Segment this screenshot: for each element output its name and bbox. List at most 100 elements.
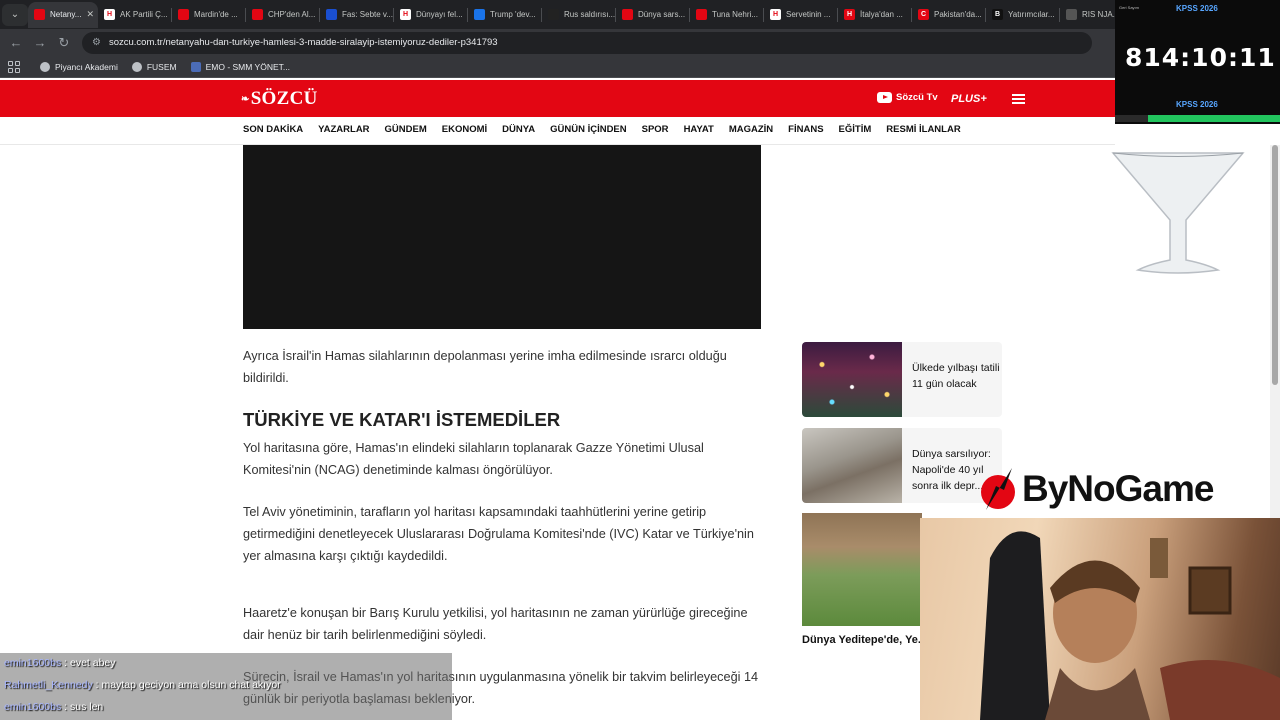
- bookmark-label: EMO - SMM YÖNET...: [205, 61, 290, 72]
- browser-tab[interactable]: Dünya sars...: [616, 2, 689, 28]
- back-arrow-icon[interactable]: ←: [4, 35, 28, 50]
- tab-favicon-icon: [548, 9, 559, 20]
- tab-label: Rus saldırısı...: [564, 10, 615, 19]
- chat-username: Rahmetli_Kennedy: [4, 679, 93, 691]
- browser-tab[interactable]: B Yatırımcılar...: [986, 2, 1059, 28]
- bynogame-text: ByNoGame: [1022, 468, 1214, 509]
- browser-tab[interactable]: H İtalya'dan ...: [838, 2, 911, 28]
- tab-label: Mardin'de ...: [194, 10, 238, 19]
- tab-favicon-icon: H: [770, 9, 781, 20]
- site-header: [0, 80, 1115, 117]
- chat-text: : maytap geciyon ama olsun chat akıyor: [95, 679, 281, 691]
- site-nav-item[interactable]: GÜNDEM: [385, 124, 427, 135]
- reload-icon[interactable]: ↻: [52, 35, 76, 51]
- chat-message: Rahmetli_Kennedy : maytap geciyon ama ol…: [4, 679, 281, 691]
- bookmark-item[interactable]: Piyancı Akademi: [40, 61, 118, 72]
- logo-mark-icon: ❧: [241, 94, 250, 106]
- tab-favicon-icon: H: [400, 9, 411, 20]
- site-nav-item[interactable]: HAYAT: [684, 124, 714, 135]
- bookmark-label: Piyancı Akademi: [55, 61, 118, 72]
- card-thumbnail: [802, 342, 902, 417]
- countdown-progress-fill: [1148, 115, 1280, 122]
- browser-tab[interactable]: Tuna Nehri...: [690, 2, 763, 28]
- forward-arrow-icon[interactable]: →: [28, 35, 52, 50]
- bynogame-mark-icon: [981, 468, 1015, 510]
- site-nav-item[interactable]: SON DAKİKA: [243, 124, 303, 135]
- card-title: Ülkede yılbaşı tatili 11 gün olacak: [912, 362, 1000, 390]
- logo-text: SÖZCÜ: [250, 88, 318, 109]
- globe-icon: [40, 61, 50, 72]
- site-nav-item[interactable]: RESMİ İLANLAR: [886, 124, 960, 135]
- countdown-value: 814:10:11: [1125, 43, 1276, 72]
- webcam-scene: [980, 531, 1280, 720]
- card-thumbnail: [802, 428, 902, 503]
- webcam-feed: [920, 518, 1280, 720]
- martini-glass-image: [1111, 152, 1245, 274]
- browser-tab[interactable]: Rus saldırısı...: [542, 2, 615, 28]
- browser-tab[interactable]: H AK Partili Ç...: [98, 2, 171, 28]
- site-nav-item[interactable]: EKONOMİ: [442, 124, 487, 135]
- globe-icon: [131, 61, 142, 72]
- site-nav-item[interactable]: EĞİTİM: [839, 124, 872, 135]
- chat-message: emin1600bs : evet abey: [4, 657, 116, 669]
- tab-favicon-icon: C: [918, 9, 929, 20]
- site-navigation: SON DAKİKA YAZARLAR GÜNDEM EKONOMİ DÜNYA GÜNÜ…: [243, 124, 961, 135]
- sozcu-tv-label: Sözcü Tv: [896, 92, 938, 103]
- browser-tab[interactable]: Mardin'de ...: [172, 2, 245, 28]
- screen: ⌄ Netany... ✕ H AK Partili Ç... Mardin'de ..…: [0, 0, 1280, 720]
- site-info-icon[interactable]: ⚙: [92, 37, 101, 48]
- tab-search-chevron-icon[interactable]: ⌄: [2, 3, 28, 26]
- video-player[interactable]: [243, 145, 761, 329]
- address-bar[interactable]: ⚙ sozcu.com.tr/netanyahu-dan-turkiye-ham…: [82, 31, 1092, 54]
- site-nav-item[interactable]: YAZARLAR: [318, 124, 369, 135]
- chat-message: emin1600bs : sus len: [4, 701, 103, 713]
- big-card-thumbnail[interactable]: [802, 513, 922, 626]
- countdown-title: KPSS 2026: [1176, 4, 1218, 13]
- hamburger-menu-icon[interactable]: [1012, 94, 1025, 104]
- youtube-icon: [877, 92, 892, 103]
- plus-link[interactable]: PLUS+: [951, 93, 987, 105]
- site-nav-item[interactable]: GÜNÜN İÇİNDEN: [550, 124, 627, 135]
- apps-grid-icon[interactable]: [8, 60, 20, 73]
- site-nav-item[interactable]: MAGAZİN: [729, 124, 773, 135]
- tab-favicon-icon: [326, 9, 337, 20]
- article-paragraph: Haaretz'e konuşan bir Barış Kurulu yetki…: [243, 606, 748, 642]
- article-paragraph: Yol haritasına göre, Hamas'ın elindeki s…: [243, 441, 704, 477]
- browser-tab-bar: ⌄ Netany... ✕ H AK Partili Ç... Mardin'de ..…: [0, 0, 1280, 29]
- big-card-title[interactable]: Dünya Yeditepe'de, Ye... Dünyada: [802, 632, 922, 649]
- browser-tab[interactable]: Netany... ✕: [28, 1, 98, 28]
- chat-text: : sus len: [64, 701, 104, 713]
- browser-tab[interactable]: Trump 'dev...: [468, 2, 541, 28]
- site-nav-item[interactable]: SPOR: [642, 124, 669, 135]
- url-text: sozcu.com.tr/netanyahu-dan-turkiye-hamle…: [108, 37, 498, 48]
- tab-favicon-icon: H: [104, 9, 115, 20]
- news-card[interactable]: Dünya sarsılıyor: Napoli'de 40 yıl sonra…: [802, 428, 1002, 503]
- browser-tab[interactable]: C Pakistan'da...: [912, 2, 985, 28]
- countdown-subtitle: KPSS 2026: [1176, 100, 1218, 109]
- site-nav-item[interactable]: DÜNYA: [502, 124, 535, 135]
- browser-tab[interactable]: H Dünyayı fel...: [394, 2, 467, 28]
- tab-label: Tuna Nehri...: [712, 10, 758, 19]
- sozcu-tv-link[interactable]: Sözcü Tv: [877, 92, 938, 103]
- browser-tab[interactable]: H Servetinin ...: [764, 2, 837, 28]
- bookmark-item[interactable]: EMO - SMM YÖNET...: [190, 61, 290, 72]
- browser-tab[interactable]: Fas: Sebte v...: [320, 2, 393, 28]
- bynogame-logo: ByNoGame: [978, 466, 1214, 512]
- chat-username: emin1600bs: [4, 701, 62, 713]
- tab-favicon-icon: [1066, 9, 1077, 20]
- article-subheading: TÜRKİYE VE KATAR'I İSTEMEDİLER: [243, 409, 561, 430]
- bookmarks-bar: Piyancı Akademi FUSEM EMO - SMM YÖNET...: [0, 56, 1280, 78]
- tab-close-icon[interactable]: ✕: [86, 9, 94, 20]
- browser-tab[interactable]: CHP'den Al...: [246, 2, 319, 28]
- tab-favicon-icon: [34, 9, 45, 20]
- tab-label: RIS NJA...: [1082, 10, 1120, 19]
- news-card[interactable]: Ülkede yılbaşı tatili 11 gün olacak: [802, 342, 1002, 417]
- bookmark-item[interactable]: FUSEM: [131, 61, 177, 72]
- tab-label: Yatırımcılar...: [1008, 10, 1055, 19]
- tab-favicon-icon: [622, 9, 633, 20]
- scrollbar-thumb[interactable]: [1272, 145, 1278, 385]
- site-nav-item[interactable]: FİNANS: [788, 124, 823, 135]
- article-paragraph: Ayrıca İsrail'in Hamas silahlarının depo…: [243, 349, 727, 385]
- tab-favicon-icon: [252, 9, 263, 20]
- sozcu-logo[interactable]: ❧SÖZCÜ: [241, 88, 318, 110]
